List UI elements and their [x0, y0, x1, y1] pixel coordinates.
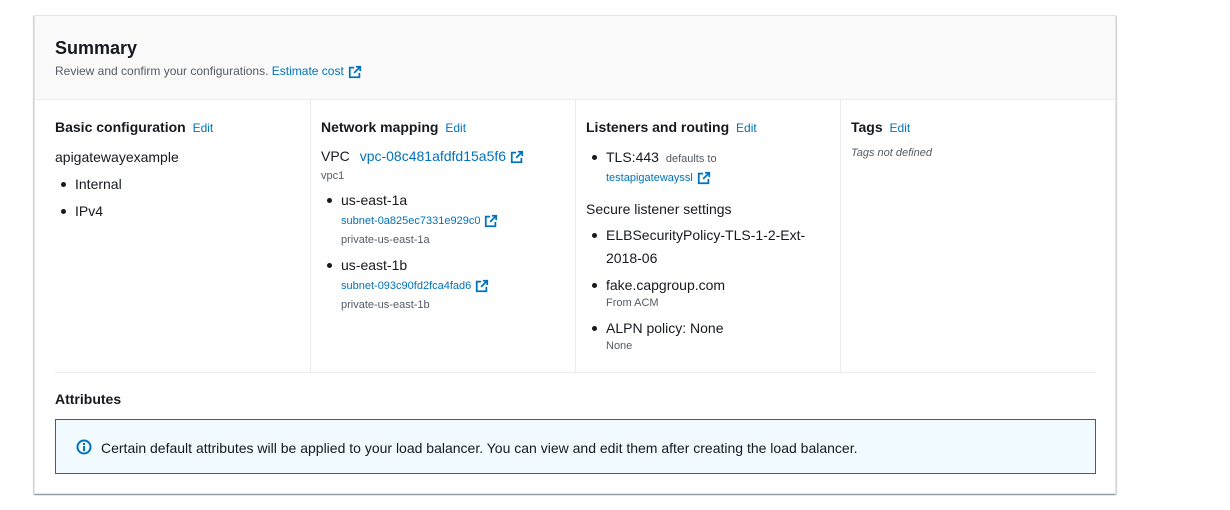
listener-item: TLS:443 defaults to	[592, 149, 717, 165]
network-mapping-edit-link[interactable]: Edit	[445, 121, 466, 135]
summary-title: Summary	[55, 38, 138, 58]
tags-edit-link[interactable]: Edit	[890, 121, 911, 135]
tags-title: Tags	[851, 119, 883, 135]
vpc-row: VPC vpc-08c481afdfd15a5f6	[321, 148, 524, 164]
listeners-routing-section: Listeners and routing Edit TLS:443 defau…	[575, 100, 840, 372]
tags-heading: Tags Edit	[851, 119, 910, 135]
zone-name: us-east-1a	[326, 192, 408, 208]
subnet-id: subnet-093c90fd2fca4fad6	[341, 279, 472, 292]
listeners-routing-heading: Listeners and routing Edit	[586, 119, 757, 135]
attributes-title: Attributes	[55, 391, 122, 407]
certificate-source: From ACM	[606, 297, 659, 309]
certificate-item: fake.capgroup.com	[591, 277, 726, 293]
alpn-policy-item: ALPN policy: None	[592, 320, 724, 336]
subnet-id: subnet-0a825ec7331e929c0	[341, 214, 481, 227]
listener-protocol: TLS:443	[606, 149, 659, 165]
summary-card: Summary Review and confirm your configur…	[34, 15, 1116, 494]
attributes-divider	[55, 372, 1096, 373]
attributes-info-alert: Certain default attributes will be appli…	[55, 419, 1096, 474]
subnet-link[interactable]: subnet-093c90fd2fca4fad6	[341, 279, 489, 293]
target-group-name: testapigatewayssl	[606, 171, 693, 184]
alpn-policy-value: None	[606, 340, 633, 352]
basic-configuration-section: Basic configuration Edit apigatewayexamp…	[35, 100, 310, 372]
summary-description: Review and confirm your configurations. …	[55, 64, 362, 79]
info-icon	[76, 439, 92, 455]
summary-description-text: Review and confirm your configurations.	[55, 64, 269, 78]
external-link-icon	[475, 279, 489, 293]
basic-configuration-heading: Basic configuration Edit	[55, 119, 213, 135]
defaults-to-text: defaults to	[665, 153, 717, 165]
summary-header: Summary Review and confirm your configur…	[35, 16, 1115, 100]
external-link-icon	[348, 65, 362, 79]
basic-configuration-title: Basic configuration	[55, 119, 186, 135]
vpc-name: vpc1	[321, 170, 345, 182]
external-link-icon	[510, 150, 524, 164]
subnet-name: private-us-east-1a	[341, 234, 430, 246]
listeners-routing-edit-link[interactable]: Edit	[736, 121, 757, 135]
network-mapping-section: Network mapping Edit VPC vpc-08c481afdfd…	[310, 100, 575, 372]
basic-configuration-edit-link[interactable]: Edit	[193, 121, 214, 135]
subnet-name: private-us-east-1b	[341, 299, 430, 311]
external-link-icon	[484, 214, 498, 228]
network-mapping-title: Network mapping	[321, 119, 439, 135]
vpc-label: VPC	[321, 148, 350, 164]
tags-section: Tags Edit Tags not defined	[840, 100, 1115, 372]
secure-listener-heading: Secure listener settings	[586, 201, 732, 217]
zone-name: us-east-1b	[326, 257, 408, 273]
subnet-link[interactable]: subnet-0a825ec7331e929c0	[341, 214, 498, 228]
external-link-icon	[697, 171, 711, 185]
security-policy-line2: 2018-06	[606, 250, 658, 266]
estimate-cost-link[interactable]: Estimate cost	[272, 64, 362, 78]
scheme-item: Internal	[61, 176, 122, 192]
attributes-info-text: Certain default attributes will be appli…	[101, 440, 858, 456]
network-mapping-heading: Network mapping Edit	[321, 119, 466, 135]
listeners-routing-title: Listeners and routing	[586, 119, 730, 135]
estimate-cost-label: Estimate cost	[271, 64, 344, 78]
load-balancer-name: apigatewayexample	[55, 149, 179, 165]
target-group-link[interactable]: testapigatewayssl	[606, 171, 711, 185]
tags-empty-text: Tags not defined	[851, 147, 932, 159]
security-policy-line1: ELBSecurityPolicy-TLS-1-2-Ext-	[591, 227, 806, 243]
ip-type-item: IPv4	[60, 203, 104, 219]
vpc-id: vpc-08c481afdfd15a5f6	[359, 148, 507, 164]
vpc-id-link[interactable]: vpc-08c481afdfd15a5f6	[360, 148, 524, 164]
